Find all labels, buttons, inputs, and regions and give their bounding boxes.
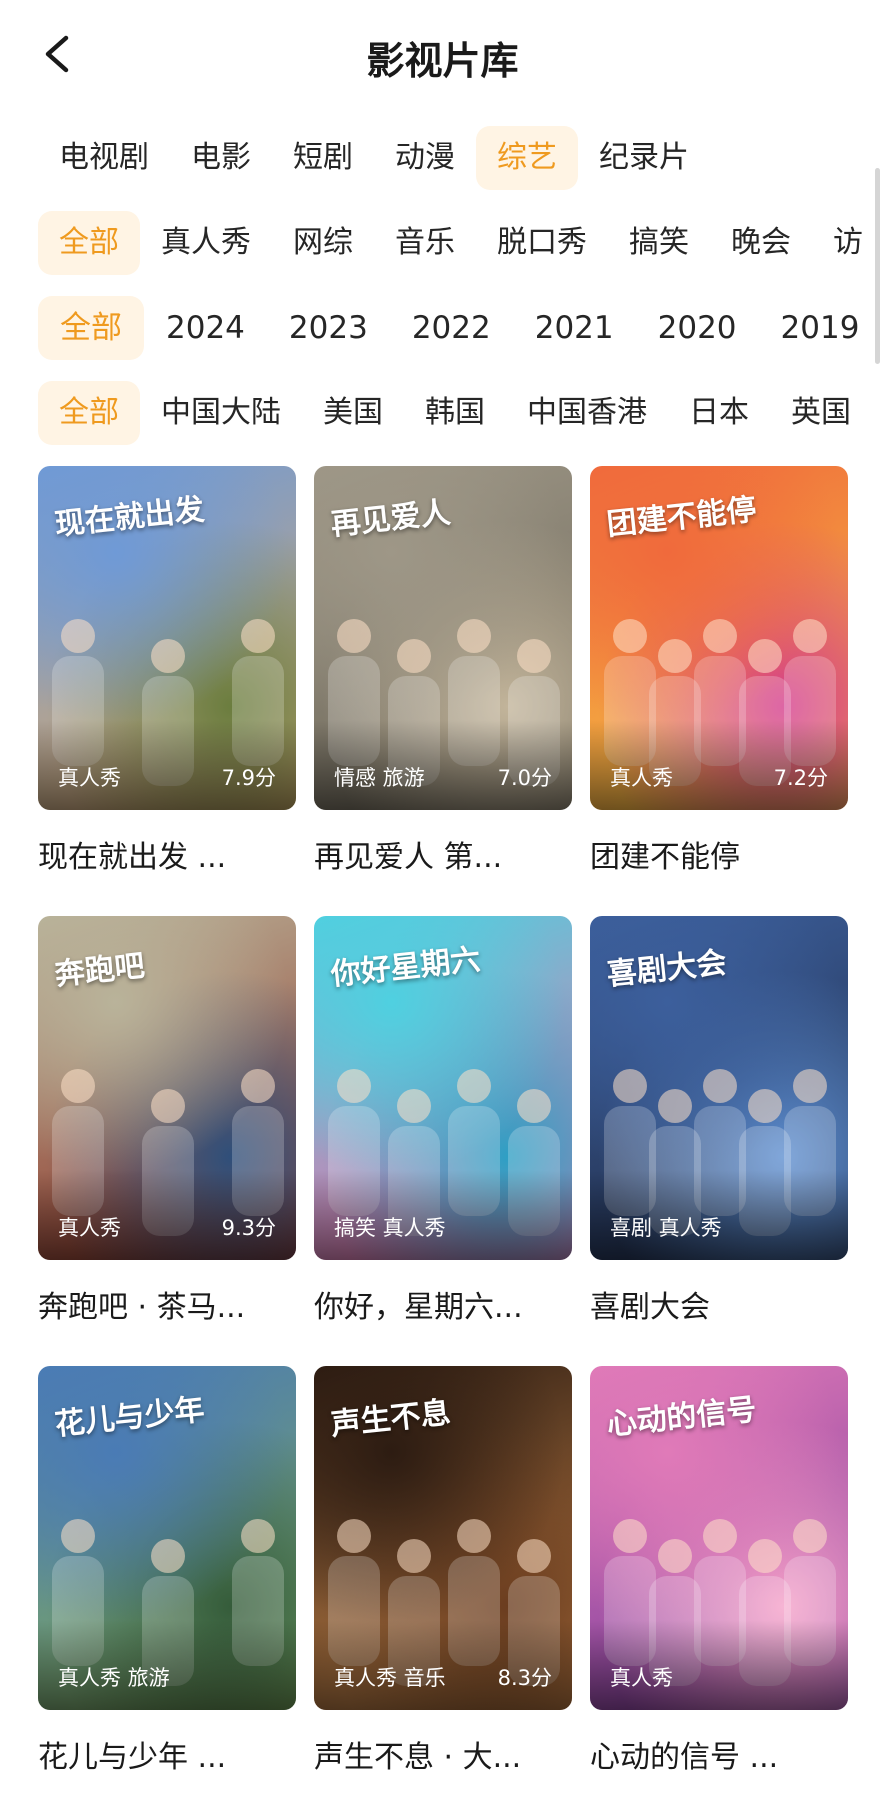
region-filter: 全部 中国大陆 美国 韩国 中国香港 日本 英国: [38, 381, 885, 445]
show-tags: 搞笑 真人秀: [334, 1216, 446, 1240]
region-chip[interactable]: 日本: [668, 381, 770, 445]
year-chip[interactable]: 2019: [759, 296, 882, 360]
region-chip[interactable]: 英国: [770, 381, 872, 445]
show-title[interactable]: 你好，星期六...: [314, 1282, 572, 1326]
show-poster[interactable]: 花儿与少年 真人秀 旅游: [38, 1366, 296, 1710]
genre-chip[interactable]: 搞笑: [608, 211, 710, 275]
show-title[interactable]: 现在就出发 ...: [38, 832, 296, 876]
show-tags: 情感 旅游: [334, 766, 425, 790]
genre-chip[interactable]: 访: [812, 211, 884, 275]
genre-chip[interactable]: 网综: [272, 211, 374, 275]
year-chip[interactable]: 2024: [144, 296, 267, 360]
show-title[interactable]: 心动的信号 ...: [590, 1732, 848, 1776]
show-score: 8.3分: [497, 1666, 552, 1690]
show-title[interactable]: 奔跑吧 · 茶马...: [38, 1282, 296, 1326]
category-tab[interactable]: 动漫: [374, 126, 476, 190]
genre-chip[interactable]: 音乐: [374, 211, 476, 275]
show-poster[interactable]: 现在就出发 真人秀 7.9分: [38, 466, 296, 810]
year-chip[interactable]: 2021: [513, 296, 636, 360]
show-card[interactable]: 你好星期六 搞笑 真人秀你好，星期六...: [314, 916, 572, 1326]
show-score: 7.2分: [773, 766, 828, 790]
show-title[interactable]: 声生不息 · 大...: [314, 1732, 572, 1776]
year-chip[interactable]: 2023: [267, 296, 390, 360]
category-tabs: 电视剧 电影 短剧 动漫 综艺 纪录片: [38, 126, 885, 190]
show-score: 7.0分: [497, 766, 552, 790]
year-chip[interactable]: 2022: [390, 296, 513, 360]
show-poster[interactable]: 喜剧大会 喜剧 真人秀: [590, 916, 848, 1260]
show-tags: 真人秀: [58, 766, 121, 790]
show-poster[interactable]: 你好星期六 搞笑 真人秀: [314, 916, 572, 1260]
show-title[interactable]: 喜剧大会: [590, 1282, 848, 1326]
show-score: 7.9分: [221, 766, 276, 790]
region-chip[interactable]: 全部: [38, 381, 140, 445]
show-poster[interactable]: 再见爱人 情感 旅游 7.0分: [314, 466, 572, 810]
year-filter: 全部20242023202220212020201920: [38, 296, 885, 360]
media-library-page: 影视片库 电视剧 电影 短剧 动漫 综艺 纪录片 全部 真人秀 网综 音乐 脱口秀 搞笑 晚会访 全部…: [0, 0, 885, 1800]
show-poster[interactable]: 声生不息 真人秀 音乐 8.3分: [314, 1366, 572, 1710]
category-tab[interactable]: 电视剧: [38, 126, 170, 190]
show-poster[interactable]: 心动的信号 真人秀: [590, 1366, 848, 1710]
show-card[interactable]: 心动的信号 真人秀心动的信号 ...: [590, 1366, 848, 1776]
category-tab[interactable]: 纪录片: [578, 126, 710, 190]
show-card[interactable]: 声生不息 真人秀 音乐 8.3分 声生不息 · 大...: [314, 1366, 572, 1776]
show-card[interactable]: 花儿与少年 真人秀 旅游花儿与少年 ...: [38, 1366, 296, 1776]
show-tags: 真人秀: [610, 766, 673, 790]
show-title[interactable]: 花儿与少年 ...: [38, 1732, 296, 1776]
genre-chip[interactable]: 晚会: [710, 211, 812, 275]
show-card[interactable]: 团建不能停 真人秀 7.2分 团建不能停: [590, 466, 848, 876]
show-card[interactable]: 奔跑吧 真人秀 9.3分 奔跑吧 · 茶马...: [38, 916, 296, 1326]
show-tags: 真人秀: [610, 1666, 673, 1690]
region-chip[interactable]: 中国大陆: [140, 381, 302, 445]
show-score: 9.3分: [221, 1216, 276, 1240]
show-card[interactable]: 喜剧大会 喜剧 真人秀喜剧大会: [590, 916, 848, 1326]
show-tags: 真人秀: [58, 1216, 121, 1240]
show-tags: 真人秀 音乐: [334, 1666, 446, 1690]
show-card[interactable]: 现在就出发 真人秀 7.9分 现在就出发 ...: [38, 466, 296, 876]
show-poster[interactable]: 团建不能停 真人秀 7.2分: [590, 466, 848, 810]
category-tab[interactable]: 综艺: [476, 126, 578, 190]
show-tags: 真人秀 旅游: [58, 1666, 170, 1690]
show-card[interactable]: 再见爱人 情感 旅游 7.0分 再见爱人 第...: [314, 466, 572, 876]
show-tags: 喜剧 真人秀: [610, 1216, 722, 1240]
show-title[interactable]: 团建不能停: [590, 832, 848, 876]
show-poster[interactable]: 奔跑吧 真人秀 9.3分: [38, 916, 296, 1260]
genre-chip[interactable]: 脱口秀: [476, 211, 608, 275]
region-chip[interactable]: 中国香港: [506, 381, 668, 445]
category-tab[interactable]: 短剧: [272, 126, 374, 190]
year-chip[interactable]: 全部: [38, 296, 144, 360]
show-title[interactable]: 再见爱人 第...: [314, 832, 572, 876]
year-chip[interactable]: 20: [881, 296, 885, 360]
genre-chip[interactable]: 全部: [38, 211, 140, 275]
genre-chip[interactable]: 真人秀: [140, 211, 272, 275]
genre-filter: 全部 真人秀 网综 音乐 脱口秀 搞笑 晚会访: [38, 211, 885, 275]
region-chip[interactable]: 韩国: [404, 381, 506, 445]
region-chip[interactable]: 美国: [302, 381, 404, 445]
year-chip[interactable]: 2020: [636, 296, 759, 360]
header: 影视片库: [0, 0, 885, 112]
category-tab[interactable]: 电影: [170, 126, 272, 190]
page-title: 影视片库: [366, 39, 519, 83]
scrollbar[interactable]: [875, 168, 880, 364]
